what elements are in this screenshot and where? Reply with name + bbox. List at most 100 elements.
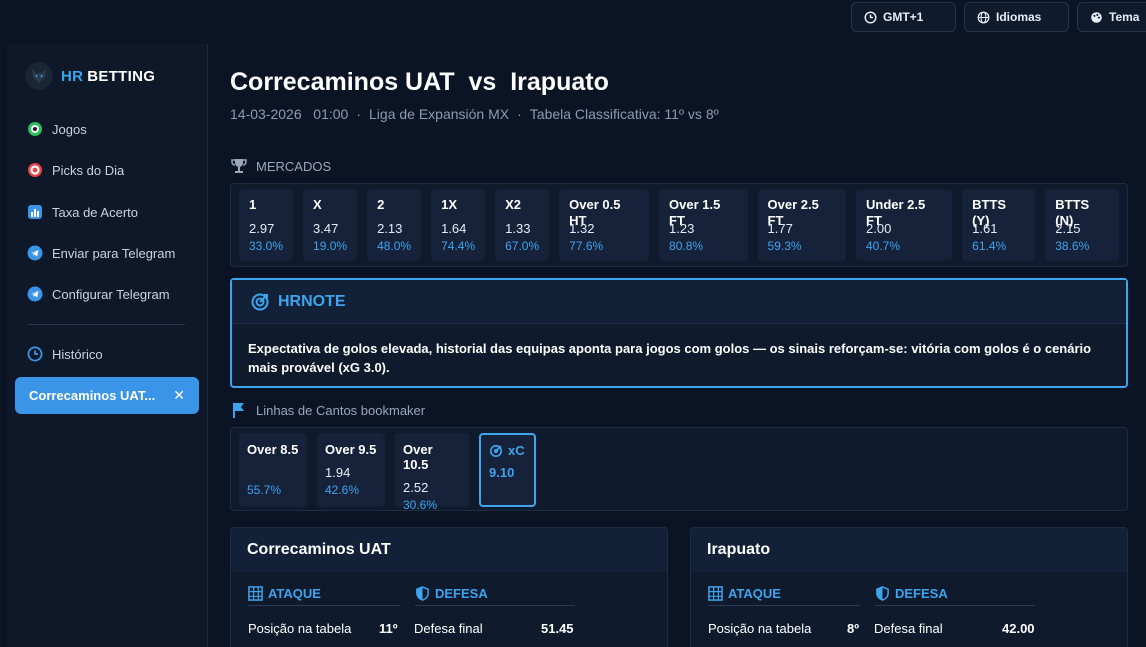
market-card[interactable]: X 3.47 19.0% <box>303 189 358 261</box>
markets-section-label: MERCADOS <box>230 157 331 175</box>
market-pct: 61.4% <box>972 239 1007 253</box>
attack-label: ATAQUE <box>728 586 781 601</box>
market-card[interactable]: Under 2.5 FT 2.00 40.7% <box>856 189 953 261</box>
close-icon[interactable]: ✕ <box>173 387 185 404</box>
theme-button[interactable]: Tema <box>1077 2 1146 32</box>
market-card[interactable]: 1 2.97 33.0% <box>239 189 294 261</box>
market-odd: 1.77 <box>767 221 793 236</box>
market-label: Over 2.5 FT <box>767 197 819 228</box>
grid-icon <box>248 586 263 601</box>
corner-odd <box>247 465 299 481</box>
market-odd: 1.33 <box>505 221 531 236</box>
timezone-button[interactable]: GMT+1 <box>851 2 956 32</box>
market-pct: 67.0% <box>505 239 540 253</box>
sidebar-item-label: Configurar Telegram <box>52 286 170 302</box>
corner-odd: 2.52 <box>403 480 429 495</box>
sidebar-item-label: Taxa de Acerto <box>52 204 138 220</box>
market-odd: 2.97 <box>249 221 275 236</box>
market-pct: 74.4% <box>441 239 476 253</box>
sidebar-item-picks[interactable]: Picks do Dia <box>27 162 124 178</box>
xc-card[interactable]: xC 9.10 <box>479 433 536 507</box>
languages-button[interactable]: Idiomas <box>964 2 1069 32</box>
corner-label: Over 9.5 <box>325 442 377 457</box>
defense-header: DEFESA <box>415 586 575 606</box>
market-card[interactable]: Over 1.5 FT 1.23 80.8% <box>659 189 748 261</box>
timezone-label: GMT+1 <box>883 10 924 24</box>
market-pct: 77.6% <box>569 239 604 253</box>
match-meta: 14-03-2026 01:00 · Liga de Expansión MX · Ta… <box>230 106 719 122</box>
attack-header: ATAQUE <box>248 586 400 606</box>
soccer-ball-icon <box>27 121 43 137</box>
home-team: Correcaminos UAT <box>230 68 455 96</box>
flag-icon <box>233 403 244 418</box>
globe-icon <box>977 11 990 23</box>
market-odd: 3.47 <box>313 221 339 236</box>
sidebar-item-jogos[interactable]: Jogos <box>27 121 87 137</box>
sidebar: HR BETTING Jogos Picks do Dia Taxa de Ace… <box>7 44 208 647</box>
palette-icon <box>1091 11 1102 23</box>
markets-label: MERCADOS <box>256 158 332 174</box>
hrnote-title: HRNOTE <box>278 292 346 310</box>
stat-value: 11º <box>379 621 398 636</box>
market-odd: 1.32 <box>569 221 595 236</box>
shield-icon <box>876 586 889 601</box>
market-pct: 80.8% <box>669 239 704 253</box>
hrnote-panel: HRNOTE Expectativa de golos elevada, his… <box>230 278 1128 388</box>
clock-icon <box>27 346 43 362</box>
stat-value: 42.00 <box>1002 621 1035 636</box>
xc-value: 9.10 <box>489 465 515 480</box>
markets-panel: 1 2.97 33.0% X 3.47 19.0% 2 2.13 48.0% 1X 1.64 74.4… <box>230 183 1128 267</box>
market-label: Over 1.5 FT <box>669 197 721 228</box>
market-card[interactable]: BTTS (N) 2.15 38.6% <box>1045 189 1120 261</box>
market-label: X <box>313 197 322 212</box>
team-name: Correcaminos UAT <box>231 528 667 572</box>
telegram-icon <box>27 286 43 302</box>
market-label: 1X <box>441 197 457 212</box>
market-pct: 59.3% <box>767 239 802 253</box>
sidebar-item-label: Jogos <box>52 121 87 137</box>
market-label: 1 <box>249 197 257 212</box>
page-title: Correcaminos UAT vs Irapuato <box>230 68 609 97</box>
shield-icon <box>416 586 429 601</box>
brand[interactable]: HR BETTING <box>25 62 155 90</box>
stat-value: 8º <box>847 621 859 636</box>
market-card[interactable]: 2 2.13 48.0% <box>367 189 422 261</box>
wolf-logo-icon <box>25 62 53 90</box>
market-card[interactable]: X2 1.33 67.0% <box>495 189 550 261</box>
grid-icon <box>708 586 723 601</box>
stat-value: 51.45 <box>541 621 574 636</box>
market-card[interactable]: Over 2.5 FT 1.77 59.3% <box>757 189 846 261</box>
corner-card[interactable]: Over 8.5 55.7% <box>239 433 307 507</box>
defense-header: DEFESA <box>875 586 1035 606</box>
sidebar-item-label: Enviar para Telegram <box>52 245 176 261</box>
market-odd: 2.00 <box>866 221 892 236</box>
corner-pct: 30.6% <box>403 498 438 512</box>
team-card-away: Irapuato ATAQUE DEFESA Posição na tabela… <box>690 527 1128 647</box>
corner-card[interactable]: Over 9.5 1.94 42.6% <box>317 433 385 507</box>
market-label: 2 <box>377 197 385 212</box>
brand-betting: BETTING <box>87 67 156 85</box>
xc-label: xC <box>508 443 525 458</box>
sidebar-item-configurar-telegram[interactable]: Configurar Telegram <box>27 286 170 302</box>
sidebar-item-historico[interactable]: Histórico <box>27 346 103 362</box>
market-label: Under 2.5 FT <box>866 197 926 228</box>
stat-label: Posição na tabela <box>708 621 812 636</box>
match-time: 01:00 <box>313 106 349 122</box>
sidebar-active-match[interactable]: Correcaminos UAT... ✕ <box>15 377 199 414</box>
defense-label: DEFESA <box>895 586 948 601</box>
market-card[interactable]: 1X 1.64 74.4% <box>431 189 486 261</box>
corners-section-label: Linhas de Cantos bookmaker <box>230 401 425 419</box>
vs-label: vs <box>468 68 497 96</box>
sidebar-item-taxa[interactable]: Taxa de Acerto <box>27 204 138 220</box>
market-card[interactable]: BTTS (Y) 1.61 61.4% <box>962 189 1036 261</box>
sidebar-item-enviar-telegram[interactable]: Enviar para Telegram <box>27 245 175 261</box>
active-match-label: Correcaminos UAT... <box>29 388 156 403</box>
corner-card[interactable]: Over 10.5 2.52 30.6% <box>395 433 469 512</box>
corner-pct: 42.6% <box>325 483 360 497</box>
corner-odd: 1.94 <box>325 465 351 480</box>
target-icon <box>27 162 43 178</box>
team-card-home: Correcaminos UAT ATAQUE DEFESA Posição n… <box>230 527 668 647</box>
target-arrow-icon <box>489 444 503 457</box>
market-card[interactable]: Over 0.5 HT 1.32 77.6% <box>559 189 650 261</box>
market-label: Over 0.5 HT <box>569 197 621 228</box>
